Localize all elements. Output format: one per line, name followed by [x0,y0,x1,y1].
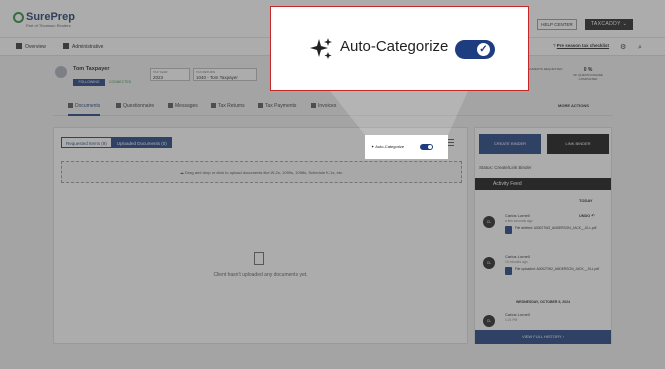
spotlight-label-text: Auto-Categorize [375,144,405,149]
sparkle-icon: ✦ [371,144,375,149]
zoom-callout: Auto-Categorize ✓ [270,6,529,91]
spotlight-label: ✦ Auto-Categorize [371,135,404,159]
spotlight-toggle[interactable] [420,144,433,150]
zoom-label: Auto-Categorize [340,38,449,55]
sparkle-icon [310,38,332,59]
check-icon: ✓ [477,43,490,56]
zoom-toggle[interactable]: ✓ [455,40,495,59]
auto-categorize-spotlight: ✦ Auto-Categorize [365,135,448,159]
